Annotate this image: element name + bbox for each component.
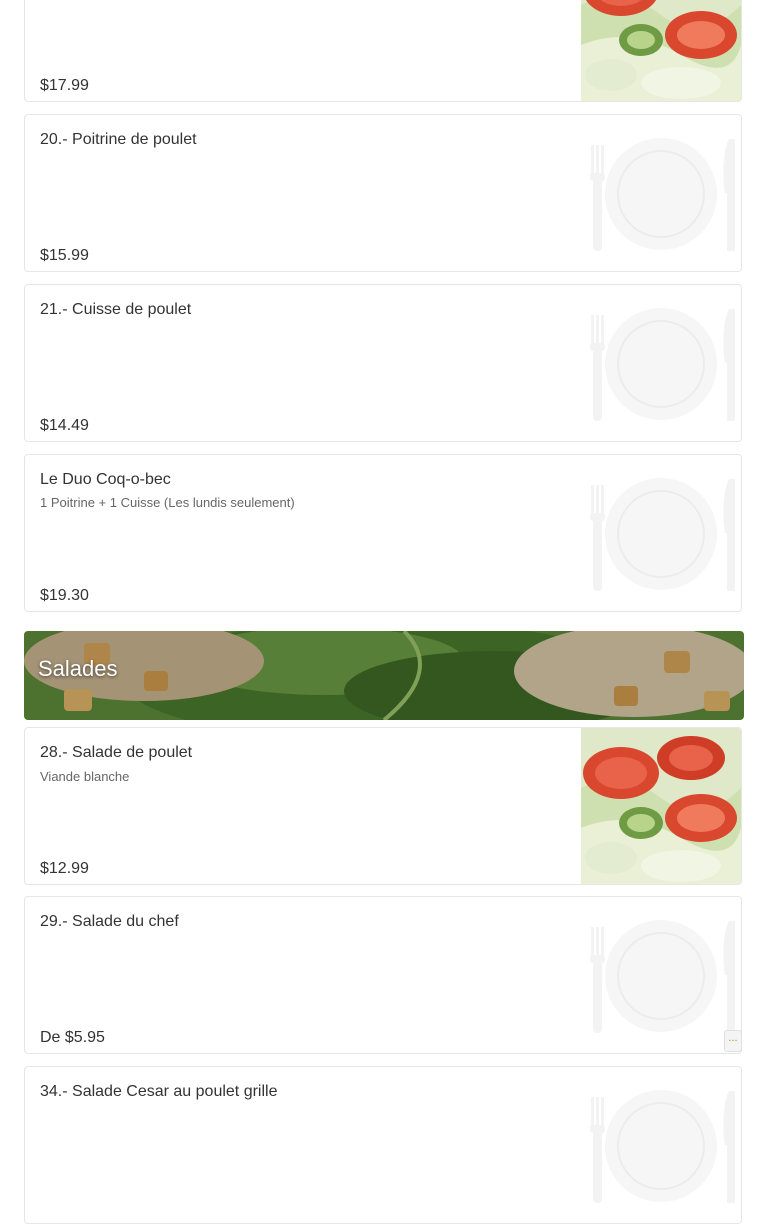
section-header-salades: Salades	[24, 631, 744, 720]
item-price: De $5.95	[40, 1029, 105, 1046]
menu-item-card[interactable]: 21.- Cuisse de poulet $14.49	[24, 284, 742, 442]
plate-placeholder-icon	[581, 285, 741, 442]
item-title: 21.- Cuisse de poulet	[40, 301, 192, 318]
menu-item-card[interactable]: 34.- Salade Cesar au poulet grille	[24, 1066, 742, 1224]
item-price: $14.49	[40, 417, 89, 434]
item-title: 20.- Poitrine de poulet	[40, 131, 197, 148]
menu-item-card[interactable]: 29.- Salade du chef De $5.95	[24, 896, 742, 1054]
item-image	[581, 728, 741, 885]
item-price: $19.30	[40, 587, 89, 604]
plate-placeholder-icon	[581, 455, 741, 612]
plate-placeholder-icon	[581, 1067, 741, 1224]
salad-banner-photo	[24, 631, 744, 720]
menu-item-card[interactable]: Le Duo Coq-o-bec 1 Poitrine + 1 Cuisse (…	[24, 454, 742, 612]
item-description: Viande blanche	[40, 769, 130, 784]
item-image	[581, 0, 741, 102]
item-title: Le Duo Coq-o-bec	[40, 471, 171, 488]
item-title: 28.- Salade de poulet	[40, 744, 193, 761]
item-title: 29.- Salade du chef	[40, 913, 179, 930]
plate-placeholder-icon	[581, 897, 741, 1054]
section-title: Salades	[38, 656, 118, 681]
item-title: 34.- Salade Cesar au poulet grille	[40, 1083, 278, 1100]
menu-item-card[interactable]: $17.99	[24, 0, 742, 102]
item-description: 1 Poitrine + 1 Cuisse (Les lundis seulem…	[40, 495, 295, 510]
plate-placeholder-icon	[581, 115, 741, 272]
item-price: $17.99	[40, 77, 89, 94]
item-price: $12.99	[40, 860, 89, 877]
more-options-button[interactable]: ...	[724, 1030, 742, 1052]
menu-item-card[interactable]: 28.- Salade de poulet Viande blanche $12…	[24, 727, 742, 885]
item-price: $15.99	[40, 247, 89, 264]
menu-item-card[interactable]: 20.- Poitrine de poulet $15.99	[24, 114, 742, 272]
